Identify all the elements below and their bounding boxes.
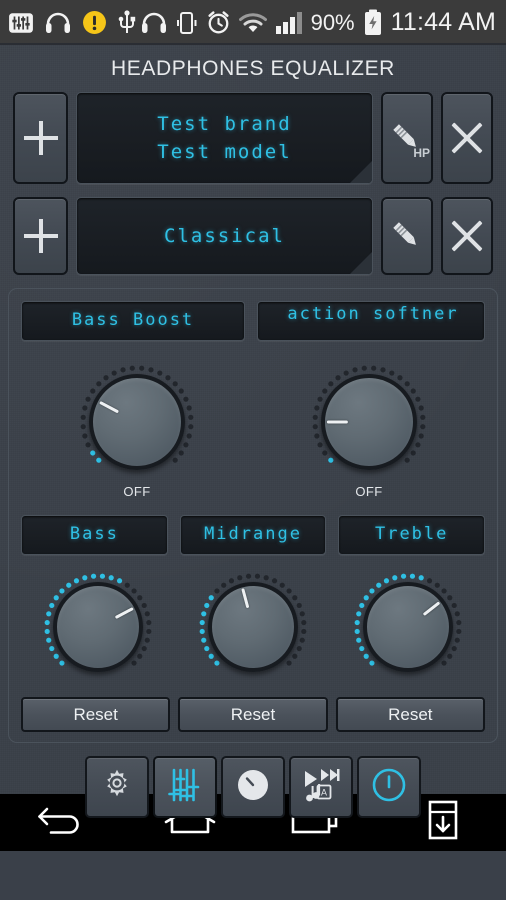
warning-icon bbox=[82, 10, 107, 35]
midrange-knob[interactable] bbox=[197, 571, 309, 683]
edit-device-button[interactable]: HP bbox=[381, 92, 433, 184]
reaction-softner-label-display[interactable]: action softner bbox=[257, 301, 485, 341]
treble-knob-unit bbox=[352, 571, 464, 683]
preset-display[interactable]: Classical bbox=[76, 197, 373, 275]
battery-charging-icon bbox=[363, 9, 383, 36]
close-icon bbox=[450, 219, 484, 253]
toolbar-power-button[interactable] bbox=[357, 756, 421, 818]
reset-bass-button[interactable]: Reset bbox=[21, 697, 171, 732]
effect-knob-row: OFF OFF bbox=[21, 363, 485, 499]
plus-icon bbox=[23, 219, 58, 253]
alarm-icon bbox=[206, 10, 231, 35]
app-screen: HEADPHONES EQUALIZER Test brand Test mod… bbox=[0, 45, 506, 851]
add-device-button[interactable] bbox=[13, 92, 68, 184]
treble-label-display[interactable]: Treble bbox=[338, 515, 486, 555]
headphones-icon bbox=[45, 11, 71, 35]
device-model: Test model bbox=[157, 141, 292, 163]
treble-label: Treble bbox=[374, 524, 449, 545]
bass-knob-unit bbox=[42, 571, 154, 683]
knob-pointer bbox=[326, 420, 348, 424]
gear-icon bbox=[99, 767, 135, 808]
knob-pointer bbox=[422, 601, 440, 616]
knob-pointer bbox=[115, 607, 134, 620]
knob-pointer bbox=[241, 588, 250, 609]
close-icon bbox=[450, 121, 484, 155]
bass-boost-value: OFF bbox=[123, 484, 151, 499]
close-device-button[interactable] bbox=[441, 92, 493, 184]
device-selector-row: Test brand Test model HP bbox=[0, 92, 506, 184]
toolbar-settings-button[interactable] bbox=[85, 756, 149, 818]
svg-text:A: A bbox=[321, 787, 327, 797]
edit-preset-button[interactable] bbox=[381, 197, 433, 275]
toolbar-equalizer-button[interactable] bbox=[153, 756, 217, 818]
midrange-label: Midrange bbox=[204, 524, 302, 545]
bass-boost-knob-unit: OFF bbox=[78, 363, 196, 499]
battery-percent: 90% bbox=[310, 9, 355, 35]
knob-pointer bbox=[99, 400, 120, 414]
toolbar-knob-button[interactable] bbox=[221, 756, 285, 818]
signal-icon bbox=[275, 11, 303, 35]
band-label-row: Bass Midrange Treble bbox=[21, 515, 486, 555]
knob-face bbox=[53, 582, 144, 672]
bass-label: Bass bbox=[69, 524, 119, 545]
knob-face bbox=[207, 582, 298, 672]
display-corner-grip bbox=[350, 252, 372, 274]
reset-button-row: Reset Reset Reset bbox=[21, 697, 485, 732]
midrange-label-display[interactable]: Midrange bbox=[179, 515, 327, 555]
equalizer-icon bbox=[8, 10, 34, 36]
band-knob-row bbox=[21, 571, 485, 683]
reaction-softner-knob-unit: OFF bbox=[310, 363, 428, 499]
bass-boost-label-display[interactable]: Bass Boost bbox=[21, 301, 245, 341]
bass-boost-label: Bass Boost bbox=[71, 310, 195, 331]
page-title: HEADPHONES EQUALIZER bbox=[111, 57, 395, 80]
vibrate-icon bbox=[176, 10, 198, 36]
wifi-icon bbox=[238, 12, 267, 34]
status-bar-right-icons: 90% 11:44 AM bbox=[140, 8, 496, 37]
status-bar[interactable]: 90% 11:44 AM bbox=[0, 0, 506, 45]
pencil-icon: HP bbox=[386, 117, 430, 160]
bass-label-display[interactable]: Bass bbox=[21, 515, 168, 555]
toolbar-player-button[interactable]: A bbox=[289, 756, 353, 818]
add-preset-button[interactable] bbox=[13, 197, 68, 275]
sliders-icon bbox=[166, 766, 204, 809]
reaction-softner-label: action softner bbox=[287, 304, 459, 324]
knob-icon bbox=[234, 766, 272, 809]
power-icon bbox=[369, 765, 409, 810]
device-brand: Test brand bbox=[157, 112, 292, 135]
usb-icon bbox=[118, 9, 136, 36]
equalizer-panel: Bass Boost action softner OFF OFF Bass M bbox=[8, 288, 498, 743]
plus-icon bbox=[23, 121, 58, 155]
reaction-softner-knob[interactable] bbox=[310, 363, 428, 481]
close-preset-button[interactable] bbox=[441, 197, 493, 275]
bottom-toolbar: A bbox=[0, 756, 506, 818]
effect-label-row: Bass Boost action softner bbox=[21, 301, 485, 341]
clock: 11:44 AM bbox=[390, 8, 496, 36]
reset-midrange-button[interactable]: Reset bbox=[178, 697, 328, 732]
device-display[interactable]: Test brand Test model bbox=[76, 92, 373, 184]
knob-face bbox=[89, 374, 185, 470]
knob-face bbox=[362, 582, 453, 672]
preset-name: Classical bbox=[164, 224, 285, 247]
play-skip-music-icon: A bbox=[301, 766, 341, 809]
knob-face bbox=[321, 374, 417, 470]
reaction-softner-value: OFF bbox=[355, 484, 383, 499]
treble-knob[interactable] bbox=[352, 571, 464, 683]
midrange-knob-unit bbox=[197, 571, 309, 683]
headset-icon bbox=[140, 11, 168, 35]
pencil-icon bbox=[386, 215, 428, 257]
bass-knob[interactable] bbox=[42, 571, 154, 683]
preset-selector-row: Classical bbox=[0, 197, 506, 275]
status-bar-left-icons bbox=[8, 9, 136, 36]
reset-treble-button[interactable]: Reset bbox=[335, 697, 485, 732]
bass-boost-knob[interactable] bbox=[78, 363, 196, 481]
display-corner-grip bbox=[350, 161, 372, 183]
edit-device-badge: HP bbox=[413, 146, 430, 160]
